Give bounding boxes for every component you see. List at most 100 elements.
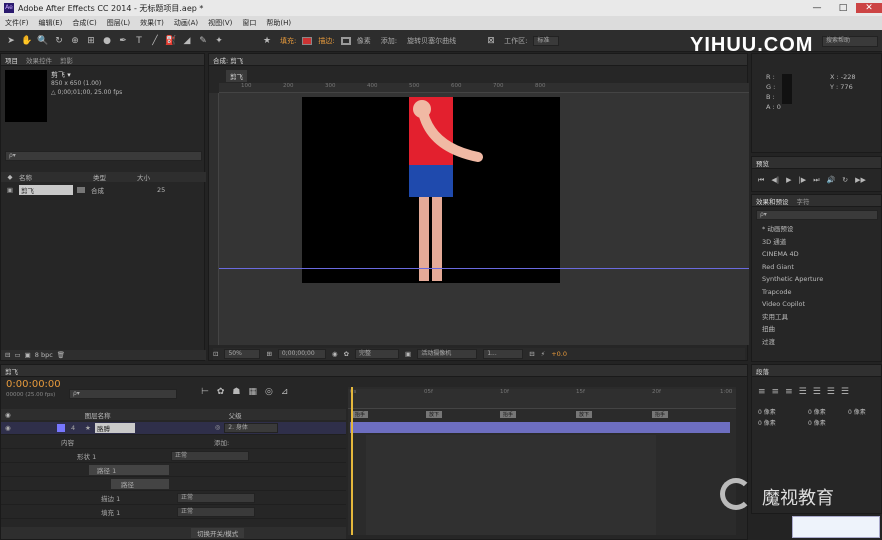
puppet-tool-icon[interactable]: ✦ [212,34,226,48]
effects-item[interactable]: * 动画预设 [752,223,881,236]
tl-stroke1-mode[interactable]: 正常 [177,492,255,503]
marker-4[interactable]: 抬手 [652,411,669,418]
maximize-button[interactable]: □ [830,3,856,13]
timecode-field[interactable]: 0;00;00;00 [277,349,326,359]
menu-file[interactable]: 文件(F) [0,18,34,28]
clone-tool-icon[interactable]: ⛽ [164,34,178,48]
tab-composition[interactable]: 合成: 剪飞 [213,55,243,65]
minimize-button[interactable]: — [804,3,830,13]
tl-fill1-mode[interactable]: 正常 [177,506,255,517]
effects-item[interactable]: CINEMA 4D [752,248,881,261]
time-ruler[interactable]: 0s 05f 10f 15f 20f 1:00 [348,389,736,409]
project-search-input[interactable]: ρ▾ [5,151,202,161]
new-folder-icon[interactable]: ▭ [14,351,20,359]
next-frame-icon[interactable]: |▶ [798,176,806,184]
stroke-label[interactable]: 描边: [314,36,338,46]
indent-right[interactable]: 0 像素 [808,407,826,418]
stroke-swatch[interactable] [340,36,351,45]
add-label[interactable]: 添加: [377,36,401,46]
roto-tool-icon[interactable]: ✎ [196,34,210,48]
menu-window[interactable]: 窗口 [237,18,261,28]
menu-help[interactable]: 帮助(H) [261,18,296,28]
prev-frame-icon[interactable]: ◀| [771,176,779,184]
tl-shape1-mode[interactable]: 正常 [171,450,249,461]
tab-effect-controls[interactable]: 效果控件 [26,55,52,65]
layout-icon[interactable]: ⊟ [529,350,534,358]
shape-tool-icon[interactable]: ● [100,34,114,48]
zoom-select[interactable]: 50% [224,349,261,359]
tab-preview[interactable]: 预览 [756,158,769,168]
last-frame-icon[interactable]: ⏭ [813,176,819,185]
layer-label-swatch[interactable] [57,423,65,432]
timeline-tracks[interactable]: 0s 05f 10f 15f 20f 1:00 抬手 放下 抬手 放下 抬手 [348,387,736,535]
justify-center-icon[interactable]: ☰ [813,387,821,397]
camera-select[interactable]: 活动摄像机 [417,349,478,359]
fill-label[interactable]: 填充: [276,36,300,46]
tab-character[interactable]: 字符 [797,196,810,206]
grid-icon[interactable]: ⊞ [266,350,271,358]
layer-name-input[interactable]: 胳膊 [95,422,135,433]
project-item-name[interactable]: 剪飞 [19,185,73,195]
align-center-icon[interactable]: ≡ [772,387,780,397]
first-frame-icon[interactable]: ⏮ [758,176,764,185]
hand-tool-icon[interactable]: ✋ [20,34,34,48]
menu-layer[interactable]: 图层(L) [102,18,135,28]
fill-swatch[interactable] [302,36,313,45]
marker-1[interactable]: 放下 [426,411,443,418]
pan-behind-tool-icon[interactable]: ⊞ [84,34,98,48]
type-tool-icon[interactable]: T [132,34,146,48]
effects-item[interactable]: 扭曲 [752,323,881,336]
close-button[interactable]: ✕ [856,3,882,13]
justify-all-icon[interactable]: ☰ [841,387,849,397]
effects-item[interactable]: 过渡 [752,336,881,349]
roi-icon[interactable]: ▣ [405,350,411,358]
effects-item[interactable]: 3D 通道 [752,236,881,249]
parent-select[interactable]: 2. 身体 [224,422,279,433]
comp-subtab[interactable]: 剪飞 [226,70,247,82]
col-name-header[interactable]: 名称 [19,172,79,182]
star-icon[interactable]: ★ [260,34,274,48]
loop-icon[interactable]: ↻ [842,176,848,184]
space-before[interactable]: 0 像素 [758,418,776,429]
bpc-label[interactable]: 8 bpc [35,351,53,359]
tl-path1-label[interactable]: 路径 1 [89,464,169,475]
toggle-switches-button[interactable]: 切换开关/模式 [191,528,245,538]
menu-composition[interactable]: 合成(C) [67,18,101,28]
visibility-eye-icon[interactable]: ◉ [1,424,57,432]
quality-select[interactable]: 完整 [355,349,400,359]
motion-blur-icon[interactable]: ◎ [265,387,273,397]
space-after[interactable]: 0 像素 [808,418,826,429]
play-icon[interactable]: ▶ [786,176,791,184]
guide-line[interactable] [219,268,749,269]
color-channel-icon[interactable]: ✿ [344,350,349,358]
tab-project[interactable]: 项目 [5,55,18,65]
comp-flowchart-icon[interactable]: ⊢ [201,387,209,397]
align-right-icon[interactable]: ≡ [785,387,793,397]
tl-contents-label[interactable]: 内容 [1,437,74,447]
graph-editor-icon[interactable]: ⊿ [281,387,289,397]
tl-add-button[interactable]: 添加: [214,437,229,447]
menu-effect[interactable]: 效果(T) [135,18,169,28]
menu-animation[interactable]: 动画(A) [169,18,203,28]
tl-path-label[interactable]: 路径 [111,478,169,489]
selection-tool-icon[interactable]: ➤ [4,34,18,48]
playhead[interactable] [351,387,353,535]
timeline-search-input[interactable]: ρ▾ [69,389,177,399]
col-size-header[interactable]: 大小 [127,172,167,182]
justify-right-icon[interactable]: ☰ [827,387,835,397]
layer-duration-bar[interactable] [350,422,730,433]
fast-preview-icon[interactable]: ⚡ [541,350,546,358]
snapshot-icon[interactable]: ◉ [332,350,338,358]
effects-item[interactable]: 实用工具 [752,311,881,324]
workspace-select[interactable]: 标准 [533,35,560,46]
exposure-value[interactable]: +0.0 [551,350,567,358]
shy-icon[interactable]: ☗ [232,387,240,397]
ime-toolbar[interactable] [792,516,880,538]
first-line-indent[interactable]: 0 像素 [848,407,866,418]
draft-3d-icon[interactable]: ✿ [217,387,225,397]
views-select[interactable]: 1... [483,349,524,359]
indent-left[interactable]: 0 像素 [758,407,776,418]
tl-fill1-label[interactable]: 填充 1 [1,507,177,517]
justify-left-icon[interactable]: ☰ [799,387,807,397]
camera-tool-icon[interactable]: ⊕ [68,34,82,48]
